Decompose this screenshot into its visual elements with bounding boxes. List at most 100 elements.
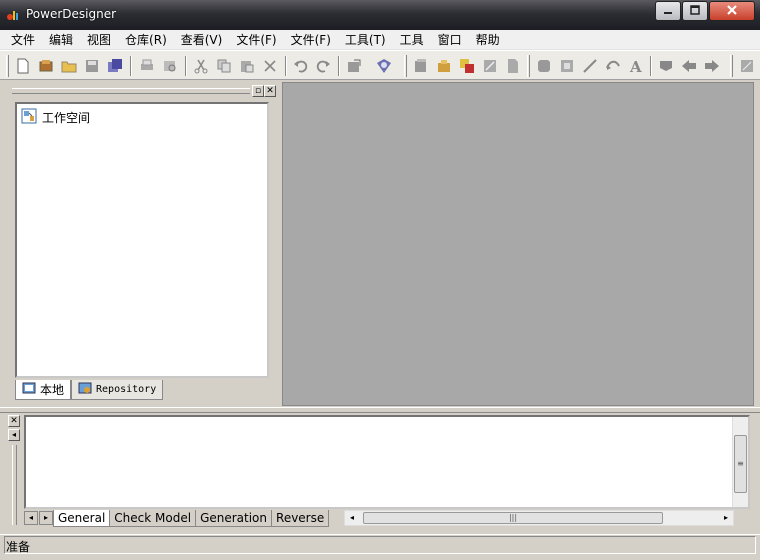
- new-package-icon[interactable]: [435, 57, 453, 75]
- close-output-icon[interactable]: ✕: [8, 415, 20, 427]
- open-workspace-icon[interactable]: [37, 57, 55, 75]
- new-diagram-icon[interactable]: [458, 57, 476, 75]
- maximize-button[interactable]: [682, 1, 708, 21]
- menu-bar: 文件 编辑 视图 仓库(R) 查看(V) 文件(F) 文件(F) 工具(T) 工…: [0, 30, 760, 50]
- window-title: PowerDesigner: [26, 7, 117, 21]
- scroll-left-arrow-icon[interactable]: ◂: [345, 512, 359, 524]
- save-all-icon[interactable]: [106, 57, 124, 75]
- copy-icon[interactable]: [215, 57, 233, 75]
- browser-caption: ▫ ✕: [8, 84, 276, 98]
- pin-icon[interactable]: ▫: [252, 85, 264, 97]
- arrow-left-icon[interactable]: [680, 57, 698, 75]
- close-panel-icon[interactable]: ✕: [264, 85, 276, 97]
- tab-local[interactable]: 本地: [15, 380, 72, 400]
- new-icon[interactable]: [14, 57, 32, 75]
- diagram-workspace[interactable]: [282, 82, 754, 406]
- print-preview-icon[interactable]: [161, 57, 179, 75]
- menu-edit[interactable]: 编辑: [42, 30, 80, 50]
- tab-scroll-left-icon[interactable]: ◂: [24, 511, 38, 525]
- tab-repository[interactable]: Repository: [71, 380, 164, 400]
- print-icon[interactable]: [138, 57, 156, 75]
- workspace-icon: [21, 108, 37, 127]
- close-button[interactable]: [709, 1, 755, 21]
- toolbar-separator: [338, 56, 340, 76]
- check-model-icon[interactable]: [345, 57, 363, 75]
- toolbar-separator: [285, 56, 287, 76]
- scroll-right-arrow-icon[interactable]: ▸: [719, 512, 733, 524]
- toolbar-grip[interactable]: [527, 55, 530, 77]
- text-icon[interactable]: A: [627, 57, 645, 75]
- arrow-right-icon[interactable]: [703, 57, 721, 75]
- toolbar: A: [0, 50, 760, 80]
- pin-output-icon[interactable]: ◂: [8, 429, 20, 441]
- frame-icon[interactable]: [558, 57, 576, 75]
- menu-window[interactable]: 窗口: [431, 30, 469, 50]
- local-icon: [22, 381, 36, 398]
- tab-repository-label: Repository: [96, 384, 157, 395]
- tree-item-label: 工作空间: [42, 110, 91, 125]
- status-bar: 准备: [0, 534, 760, 554]
- maximize-icon: [690, 4, 700, 18]
- menu-look[interactable]: 查看(V): [174, 30, 230, 50]
- save-icon[interactable]: [83, 57, 101, 75]
- redo-icon[interactable]: [314, 57, 332, 75]
- open-icon[interactable]: [60, 57, 78, 75]
- output-horizontal-scrollbar[interactable]: ◂ ||| ▸: [344, 510, 734, 526]
- toolbar-separator: [130, 56, 132, 76]
- tree-item-workspace[interactable]: 工作空间: [21, 108, 90, 126]
- toolbar-separator: [650, 56, 652, 76]
- menu-file-f-2[interactable]: 文件(F): [284, 30, 338, 50]
- property-icon[interactable]: [481, 57, 499, 75]
- output-tabs: ◂ ▸ General Check Model Generation Rever…: [24, 509, 750, 527]
- svg-text:A: A: [629, 58, 642, 74]
- line-icon[interactable]: [581, 57, 599, 75]
- minimize-button[interactable]: [655, 1, 681, 21]
- caption-grip[interactable]: [12, 88, 250, 94]
- browser-tree[interactable]: 工作空间: [15, 102, 269, 378]
- output-text-area[interactable]: ≡: [24, 415, 750, 509]
- tab-general[interactable]: General: [53, 509, 111, 527]
- status-text: 准备: [6, 540, 31, 554]
- output-side-controls: ✕ ◂: [8, 415, 22, 527]
- output-panel: ✕ ◂ ≡ ◂ ▸ General Check Model Generation…: [4, 413, 756, 533]
- browser-panel: ▫ ✕ 工作空间 本地 Repository: [8, 82, 276, 406]
- new-model-icon[interactable]: [412, 57, 430, 75]
- output-vertical-scrollbar[interactable]: ≡: [732, 417, 748, 507]
- powerdesigner-app-icon[interactable]: [6, 8, 20, 22]
- tab-check-model[interactable]: Check Model: [109, 509, 197, 527]
- browser-tabs: 本地 Repository: [15, 380, 164, 400]
- menu-file-f[interactable]: 文件(F): [229, 30, 283, 50]
- undo-icon[interactable]: [292, 57, 310, 75]
- model-icon[interactable]: [535, 57, 553, 75]
- tab-generation[interactable]: Generation: [195, 509, 273, 527]
- toolbar-grip[interactable]: [6, 55, 9, 77]
- tail-icon[interactable]: [738, 57, 756, 75]
- delete-icon[interactable]: [261, 57, 279, 75]
- close-icon: [726, 4, 738, 19]
- minimize-icon: [663, 4, 673, 18]
- horizontal-scroll-thumb[interactable]: |||: [363, 512, 663, 524]
- link-icon[interactable]: [604, 57, 622, 75]
- scroll-thumb[interactable]: ≡: [734, 435, 747, 493]
- cut-icon[interactable]: [192, 57, 210, 75]
- document-icon[interactable]: [504, 57, 522, 75]
- paste-icon[interactable]: [238, 57, 256, 75]
- repository-tab-icon: [78, 381, 92, 398]
- menu-file[interactable]: 文件: [4, 30, 42, 50]
- tab-reverse[interactable]: Reverse: [271, 509, 330, 527]
- menu-view[interactable]: 视图: [80, 30, 118, 50]
- repository-icon[interactable]: [375, 57, 393, 75]
- menu-help[interactable]: 帮助: [469, 30, 507, 50]
- menu-repository[interactable]: 仓库(R): [118, 30, 174, 50]
- output-grip[interactable]: [12, 445, 17, 525]
- toolbar-separator: [185, 56, 187, 76]
- status-panel: [4, 536, 756, 554]
- toolbar-grip[interactable]: [404, 55, 407, 77]
- toolbar-grip[interactable]: [730, 55, 733, 77]
- title-bar: PowerDesigner: [0, 0, 760, 30]
- tab-scroll-right-icon[interactable]: ▸: [39, 511, 53, 525]
- flag-icon[interactable]: [657, 57, 675, 75]
- tab-local-label: 本地: [40, 383, 65, 397]
- menu-tools[interactable]: 工具: [393, 30, 431, 50]
- menu-tools-t[interactable]: 工具(T): [338, 30, 393, 50]
